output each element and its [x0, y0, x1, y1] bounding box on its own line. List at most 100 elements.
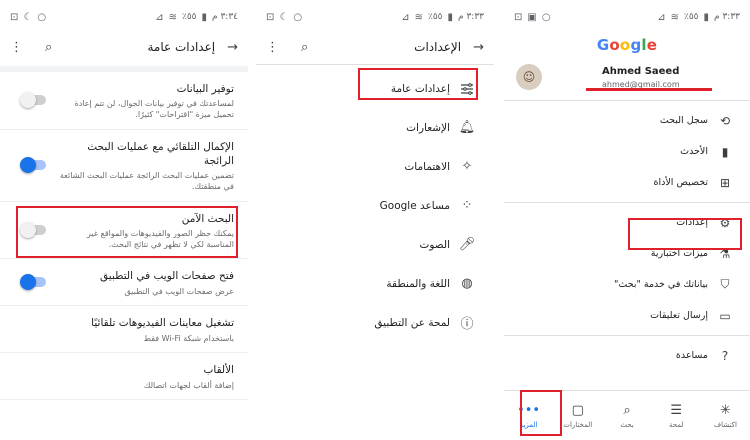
setting-text: الألقاب إضافة ألقاب لجهات اتصالك	[58, 363, 234, 391]
discover-tab[interactable]: ✳ اكتشاف	[701, 391, 750, 440]
avatar[interactable]: ☺	[516, 64, 542, 90]
assistant-icon: ⁘	[461, 198, 473, 213]
settings-list: توفير البيانات لمساعدتك في توفير بيانات ا…	[0, 72, 248, 401]
toggle-knob	[20, 92, 36, 109]
gear-icon: ⚙	[719, 215, 731, 230]
status-bar: ⊡ ☾ ○ ⊿ ≋ ٪٥٥ ▮ ٣:٣٤ م	[0, 0, 248, 34]
settings-menu-item[interactable]: ⁘ مساعد Google	[256, 186, 494, 225]
wifi-icon: ≋	[168, 11, 177, 23]
more-menu-item[interactable]: ? مساعدة	[504, 340, 750, 371]
battery-label: ٪٥٥	[181, 12, 197, 22]
divider	[504, 100, 750, 101]
more-menu-item[interactable]: ▭ إرسال تعليقات	[504, 300, 750, 331]
search-icon[interactable]: ⌕	[301, 40, 308, 55]
setting-title: تشغيل معاينات الفيديوهات تلقائيًا	[91, 317, 234, 330]
battery-icon: ▮	[703, 11, 710, 23]
logo-letter: o	[619, 36, 631, 54]
setting-toggle[interactable]	[20, 92, 46, 109]
setting-row[interactable]: الإكمال التلقائي مع عمليات البحث الرائجة…	[0, 130, 248, 202]
settings-menu-item[interactable]: 🎤︎ الصوت	[256, 225, 494, 264]
more-menu-screen: ⊡ ▣ ○ ⊿ ≋ ٪٥٥ ▮ ٣:٣٣ م Google Ahmed Saee…	[504, 0, 750, 440]
more-menu-item[interactable]: ⊞ تخصيص الأداة	[504, 167, 750, 198]
signal-icon: ⊿	[401, 11, 410, 23]
bottom-navigation: ••• المزيد ▢ المختارات ⌕ بحث ☰ لمحة ✳ اكتشاف	[504, 390, 750, 440]
more-tab[interactable]: ••• المزيد	[504, 391, 553, 440]
help-icon: ?	[721, 348, 729, 363]
back-arrow-icon[interactable]: →	[227, 40, 238, 55]
setting-toggle[interactable]	[20, 274, 46, 291]
account-header[interactable]: Ahmed Saeed ahmed@gmail.com ☺	[504, 56, 750, 96]
back-arrow-icon[interactable]: →	[473, 40, 484, 55]
widget-icon: ⊞	[719, 175, 731, 190]
battery-icon: ▮	[447, 11, 454, 23]
search-icon[interactable]: ⌕	[45, 40, 52, 55]
status-bar: ⊡ ☾ ○ ⊿ ≋ ٪٥٥ ▮ ٣:٣٣ م	[256, 0, 494, 34]
screenshot-icon: ⊡	[514, 11, 523, 23]
setting-row[interactable]: تشغيل معاينات الفيديوهات تلقائيًا باستخدا…	[0, 306, 248, 354]
email-redaction-line	[586, 88, 712, 91]
more-menu: ⟲ سجل البحث ▮ الأحدث ⊞ تخصيص الأداة ⚙ إعدادات ⚗ م…	[504, 105, 750, 371]
circle-icon: ○	[37, 11, 47, 23]
more-vert-icon[interactable]: ⋮	[10, 40, 23, 55]
settings-menu-item-label: مساعد Google	[379, 199, 450, 212]
logo-letter: G	[596, 36, 610, 54]
magic-wand-icon: ✧	[461, 159, 473, 174]
divider	[504, 335, 750, 336]
info-icon: ⓘ	[460, 317, 474, 332]
setting-row[interactable]: توفير البيانات لمساعدتك في توفير بيانات ا…	[0, 72, 248, 130]
divider	[504, 202, 750, 203]
wifi-icon: ≋	[670, 11, 679, 23]
history-icon: ⟲	[719, 113, 731, 128]
settings-menu-item[interactable]: ⓘ لمحة عن التطبيق	[256, 303, 494, 342]
setting-title: فتح صفحات الويب في التطبيق	[100, 270, 234, 283]
setting-row[interactable]: البحث الآمن يمكنك حظر الصور والفيديوهات و…	[0, 202, 248, 260]
screenshot-icon: ⊡	[10, 11, 19, 23]
collections-tab[interactable]: ▢ المختارات	[553, 391, 602, 440]
more-menu-item-label: الأحدث	[680, 146, 708, 157]
setting-row[interactable]: فتح صفحات الويب في التطبيق عرض صفحات الوي…	[0, 259, 248, 307]
tab-label: بحث	[620, 420, 634, 429]
setting-toggle[interactable]	[20, 222, 46, 239]
tab-label: لمحة	[668, 420, 684, 429]
snapshot-tab[interactable]: ☰ لمحة	[652, 391, 701, 440]
settings-menu-item[interactable]: ✧ الاهتمامات	[256, 147, 494, 186]
setting-description: يمكنك حظر الصور والفيديوهات والمواقع غير…	[87, 228, 234, 249]
recent-icon: ▮	[721, 144, 729, 159]
flask-icon: ⚗	[719, 246, 731, 261]
more-menu-item[interactable]: ⛉ بياناتك في خدمة "بحث"	[504, 269, 750, 300]
settings-menu-item-label: اللغة والمنطقة	[386, 277, 450, 290]
battery-label: ٪٥٥	[683, 12, 699, 22]
moon-icon: ☾	[23, 11, 33, 23]
status-bar: ⊡ ▣ ○ ⊿ ≋ ٪٥٥ ▮ ٣:٣٣ م	[504, 0, 750, 34]
more-menu-item-label: سجل البحث	[659, 115, 708, 126]
more-menu-item[interactable]: ⚗ ميزات اختبارية	[504, 238, 750, 269]
more-menu-item[interactable]: ⟲ سجل البحث	[504, 105, 750, 136]
more-menu-item[interactable]: ⚙ إعدادات	[504, 207, 750, 238]
setting-toggle[interactable]	[20, 157, 46, 174]
logo-letter: e	[646, 36, 658, 54]
setting-description: باستخدام شبكة Wi-Fi فقط	[143, 333, 234, 343]
search-icon: ⌕	[623, 402, 631, 418]
more-menu-item-label: بياناتك في خدمة "بحث"	[614, 279, 708, 290]
settings-menu-item[interactable]: ◍ اللغة والمنطقة	[256, 264, 494, 303]
more-menu-item-label: إرسال تعليقات	[650, 310, 708, 321]
tab-label: المزيد	[519, 420, 538, 429]
screenshot-icon: ⊡	[266, 11, 275, 23]
setting-description: لمساعدتك في توفير بيانات الجوال، لن تتم …	[74, 99, 234, 119]
setting-title: الألقاب	[203, 364, 234, 377]
more-menu-item-label: مساعدة	[675, 350, 708, 361]
more-menu-item[interactable]: ▮ الأحدث	[504, 136, 750, 167]
setting-text: توفير البيانات لمساعدتك في توفير بيانات ا…	[58, 82, 234, 121]
settings-menu-item[interactable]: 🔔︎ الإشعارات	[256, 108, 494, 147]
more-vert-icon[interactable]: ⋮	[266, 40, 279, 55]
top-bar: ⋮ ⌕ إعدادات عامة →	[0, 34, 248, 60]
battery-label: ٪٥٥	[427, 12, 443, 22]
divider	[256, 64, 494, 65]
image-icon: ▣	[527, 11, 537, 23]
tab-label: اكتشاف	[713, 420, 737, 429]
settings-menu-item-label: الاهتمامات	[404, 160, 450, 173]
search-tab[interactable]: ⌕ بحث	[602, 391, 651, 440]
settings-menu-item[interactable]: إعدادات عامة	[256, 69, 494, 108]
more-menu-item-label: ميزات اختبارية	[650, 248, 708, 259]
setting-row[interactable]: الألقاب إضافة ألقاب لجهات اتصالك	[0, 353, 248, 401]
